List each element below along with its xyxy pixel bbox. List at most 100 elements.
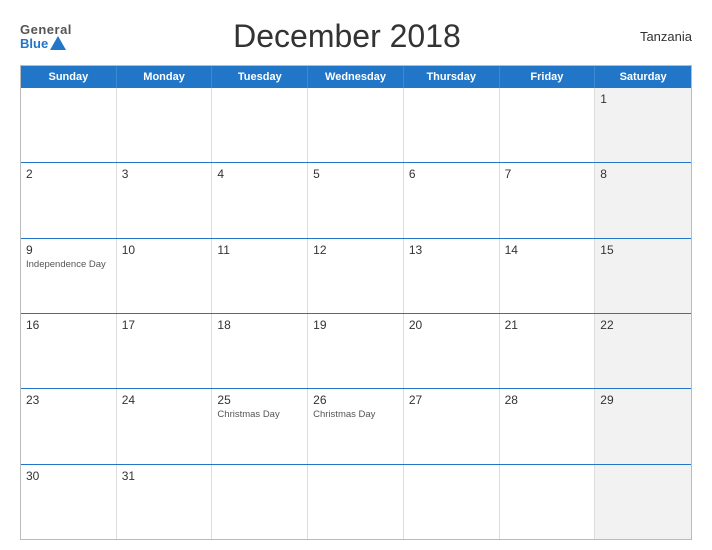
- header-wednesday: Wednesday: [308, 66, 404, 88]
- calendar: Sunday Monday Tuesday Wednesday Thursday…: [20, 65, 692, 540]
- calendar-cell: 13: [404, 239, 500, 313]
- calendar-cell: 8: [595, 163, 691, 237]
- calendar-cell: 17: [117, 314, 213, 388]
- day-number: 12: [313, 243, 326, 257]
- calendar-cell: 24: [117, 389, 213, 463]
- day-number: 20: [409, 318, 422, 332]
- header: General Blue December 2018 Tanzania: [20, 18, 692, 55]
- calendar-body: 123456789Independence Day101112131415161…: [21, 88, 691, 539]
- calendar-row-0: 1: [21, 88, 691, 162]
- day-number: 3: [122, 167, 129, 181]
- calendar-cell: 18: [212, 314, 308, 388]
- calendar-cell: 2: [21, 163, 117, 237]
- day-number: 18: [217, 318, 230, 332]
- calendar-cell: [308, 465, 404, 539]
- calendar-cell: 25 Christmas Day: [212, 389, 308, 463]
- day-number: 4: [217, 167, 224, 181]
- calendar-cell: [500, 88, 596, 162]
- day-number: 2: [26, 167, 33, 181]
- calendar-cell: 11: [212, 239, 308, 313]
- day-number: 8: [600, 167, 607, 181]
- day-number: 14: [505, 243, 518, 257]
- calendar-cell: [212, 88, 308, 162]
- header-tuesday: Tuesday: [212, 66, 308, 88]
- day-number: 11: [217, 243, 229, 257]
- day-number: 5: [313, 167, 320, 181]
- calendar-cell: 26 Christmas Day: [308, 389, 404, 463]
- calendar-cell: 7: [500, 163, 596, 237]
- calendar-cell: 6: [404, 163, 500, 237]
- calendar-page: General Blue December 2018 Tanzania Sund…: [0, 0, 712, 550]
- calendar-cell: [404, 88, 500, 162]
- day-number: 29: [600, 393, 613, 407]
- header-thursday: Thursday: [404, 66, 500, 88]
- header-saturday: Saturday: [595, 66, 691, 88]
- calendar-cell: 1: [595, 88, 691, 162]
- logo-blue-text: Blue: [20, 37, 48, 50]
- header-sunday: Sunday: [21, 66, 117, 88]
- calendar-cell: 23: [21, 389, 117, 463]
- day-number: 24: [122, 393, 135, 407]
- calendar-row-4: 23 24 25 Christmas Day 26 Christmas Day 27 28 29: [21, 388, 691, 463]
- calendar-cell: [595, 465, 691, 539]
- calendar-cell: [117, 88, 213, 162]
- day-number: 28: [505, 393, 518, 407]
- calendar-cell: 31: [117, 465, 213, 539]
- calendar-cell: [404, 465, 500, 539]
- day-number: 23: [26, 393, 39, 407]
- header-friday: Friday: [500, 66, 596, 88]
- calendar-cell: [308, 88, 404, 162]
- calendar-cell: 3: [117, 163, 213, 237]
- logo-triangle-icon: [50, 36, 66, 50]
- header-monday: Monday: [117, 66, 213, 88]
- calendar-cell: 21: [500, 314, 596, 388]
- day-number: 31: [122, 469, 135, 483]
- logo: General Blue: [20, 23, 72, 50]
- day-number: 6: [409, 167, 416, 181]
- calendar-cell: 10: [117, 239, 213, 313]
- day-number: 26: [313, 393, 326, 407]
- calendar-row-3: 16 17 18 19 20 21 22: [21, 313, 691, 388]
- calendar-cell: 4: [212, 163, 308, 237]
- day-number: 10: [122, 243, 135, 257]
- calendar-cell: [212, 465, 308, 539]
- calendar-cell: 28: [500, 389, 596, 463]
- day-number: 25: [217, 393, 230, 407]
- calendar-cell: 20: [404, 314, 500, 388]
- day-number: 22: [600, 318, 613, 332]
- event-label: Christmas Day: [217, 409, 279, 420]
- day-number: 21: [505, 318, 518, 332]
- event-label: Christmas Day: [313, 409, 375, 420]
- day-number: 19: [313, 318, 326, 332]
- calendar-cell: 19: [308, 314, 404, 388]
- calendar-row-5: 30 31: [21, 464, 691, 539]
- day-number: 9: [26, 243, 33, 257]
- day-number: 27: [409, 393, 422, 407]
- calendar-cell: 14: [500, 239, 596, 313]
- calendar-cell: 30: [21, 465, 117, 539]
- month-title: December 2018: [72, 18, 622, 55]
- calendar-cell: [21, 88, 117, 162]
- day-number: 7: [505, 167, 512, 181]
- day-number: 17: [122, 318, 135, 332]
- day-number: 16: [26, 318, 39, 332]
- day-number: 1: [600, 92, 607, 106]
- day-number: 13: [409, 243, 422, 257]
- calendar-cell: 5: [308, 163, 404, 237]
- calendar-header: Sunday Monday Tuesday Wednesday Thursday…: [21, 66, 691, 88]
- calendar-cell: 22: [595, 314, 691, 388]
- calendar-cell: 9 Independence Day: [21, 239, 117, 313]
- calendar-cell: 12: [308, 239, 404, 313]
- calendar-cell: 15: [595, 239, 691, 313]
- calendar-cell: 16: [21, 314, 117, 388]
- country-label: Tanzania: [622, 29, 692, 44]
- day-number: 30: [26, 469, 39, 483]
- calendar-row-2: 9 Independence Day 10 11 12 13 14 15: [21, 238, 691, 313]
- calendar-cell: 29: [595, 389, 691, 463]
- calendar-cell: [500, 465, 596, 539]
- day-number: 15: [600, 243, 613, 257]
- calendar-row-1: 2 3 4 5 6 7 8: [21, 162, 691, 237]
- event-label: Independence Day: [26, 259, 106, 270]
- calendar-cell: 27: [404, 389, 500, 463]
- logo-general-text: General: [20, 23, 72, 36]
